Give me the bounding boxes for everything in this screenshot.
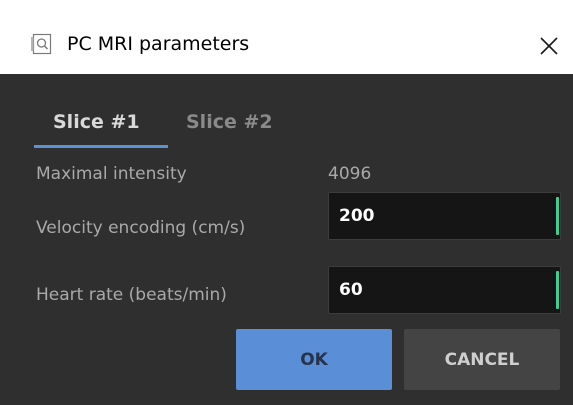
tab-slice-2[interactable]: Slice #2 bbox=[186, 110, 273, 134]
cancel-button[interactable]: CANCEL bbox=[404, 329, 560, 390]
title-bar: PC MRI parameters bbox=[0, 0, 573, 74]
heart-rate-label: Heart rate (beats/min) bbox=[36, 285, 227, 305]
max-intensity-value: 4096 bbox=[328, 164, 372, 184]
search-document-icon bbox=[31, 33, 52, 55]
input-indicator bbox=[556, 271, 559, 309]
active-tab-indicator bbox=[34, 145, 168, 148]
ok-button[interactable]: OK bbox=[236, 329, 392, 390]
input-indicator bbox=[556, 197, 559, 235]
velocity-encoding-label: Velocity encoding (cm/s) bbox=[36, 218, 246, 238]
velocity-encoding-field[interactable] bbox=[328, 192, 561, 240]
tab-slice-1[interactable]: Slice #1 bbox=[53, 110, 140, 134]
heart-rate-field[interactable] bbox=[328, 266, 561, 314]
heart-rate-input[interactable] bbox=[329, 267, 549, 313]
close-icon[interactable] bbox=[533, 30, 563, 60]
velocity-encoding-input[interactable] bbox=[329, 193, 549, 239]
max-intensity-label: Maximal intensity bbox=[36, 164, 187, 184]
dialog-window: PC MRI parameters Slice #1 Slice #2 Maxi… bbox=[0, 0, 573, 405]
window-title: PC MRI parameters bbox=[67, 33, 250, 55]
